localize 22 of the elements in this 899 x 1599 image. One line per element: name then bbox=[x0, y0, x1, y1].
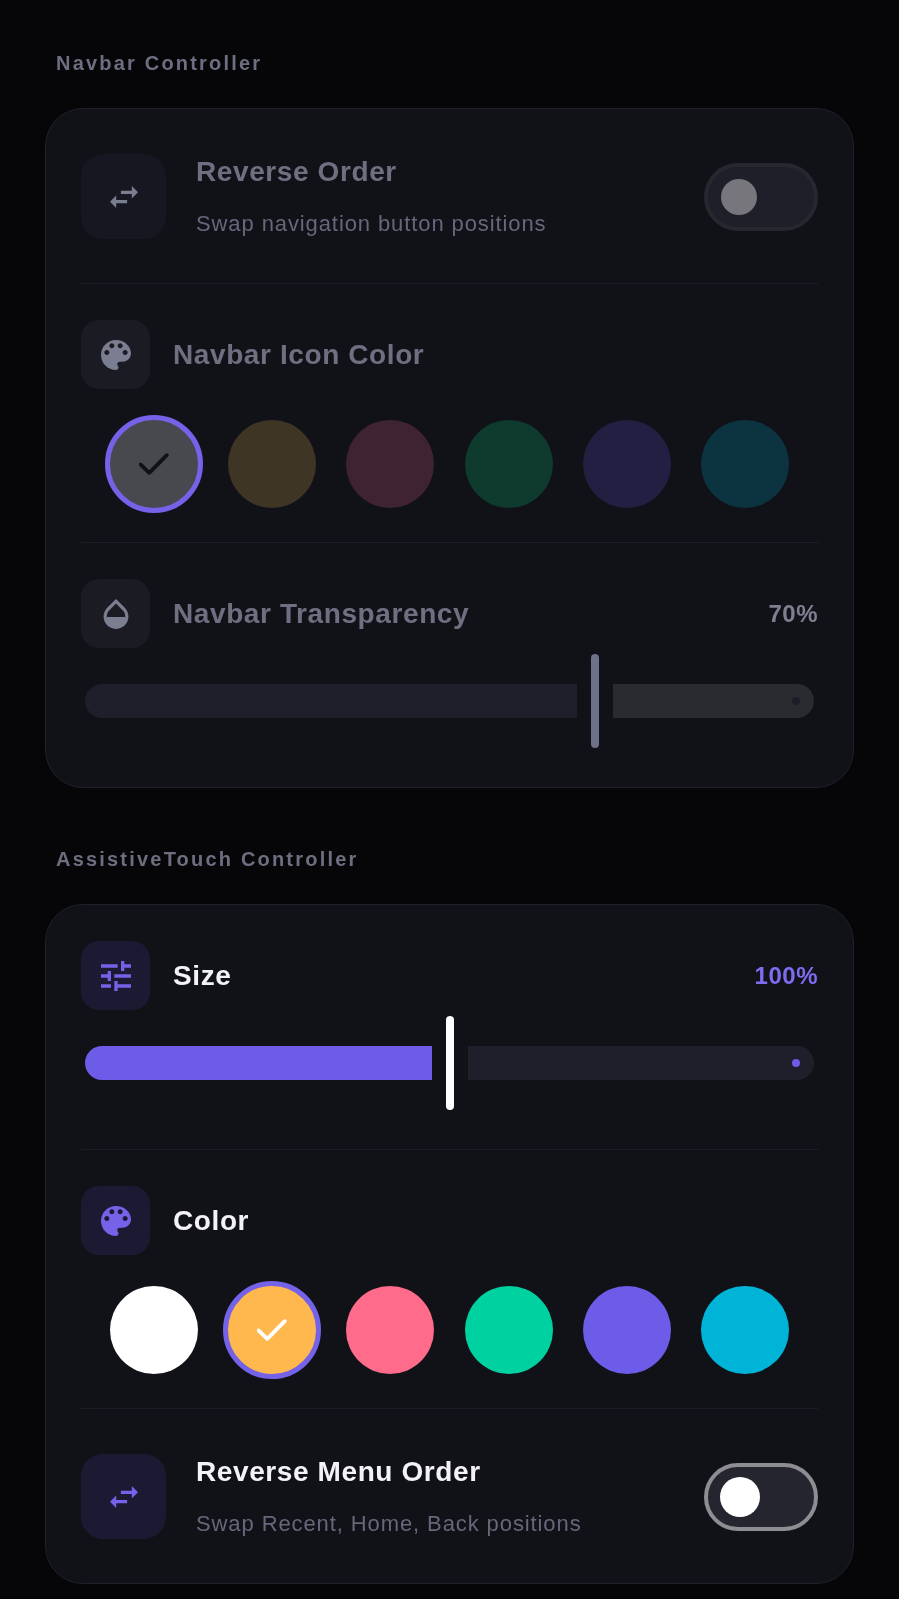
setting-title: Reverse Order bbox=[196, 154, 398, 189]
setting-title: Size bbox=[173, 958, 232, 993]
section-header: AssistiveTouch Controller bbox=[55, 847, 360, 872]
swap-arrows-icon bbox=[81, 1454, 166, 1539]
setting-title: Reverse Menu Order bbox=[196, 1454, 482, 1489]
slider-value: 70% bbox=[768, 598, 818, 629]
sliders-icon bbox=[81, 941, 150, 1010]
slider-track[interactable] bbox=[85, 1016, 814, 1110]
palette-icon bbox=[81, 320, 150, 389]
swap-arrows-icon bbox=[81, 154, 166, 239]
section-header: Navbar Controller bbox=[55, 51, 264, 76]
setting-title: Navbar Transparency bbox=[173, 596, 470, 631]
setting-title: Color bbox=[173, 1203, 250, 1238]
setting-description: Swap Recent, Home, Back positions bbox=[196, 1509, 583, 1538]
palette-icon bbox=[81, 1186, 150, 1255]
slider-value: 100% bbox=[754, 960, 818, 991]
slider-thumb[interactable] bbox=[445, 1016, 454, 1110]
water-drop-icon bbox=[81, 579, 150, 648]
check-icon bbox=[257, 1319, 288, 1341]
check-icon bbox=[139, 453, 169, 475]
setting-description: Swap navigation button positions bbox=[196, 209, 548, 238]
setting-title: Navbar Icon Color bbox=[173, 337, 425, 372]
